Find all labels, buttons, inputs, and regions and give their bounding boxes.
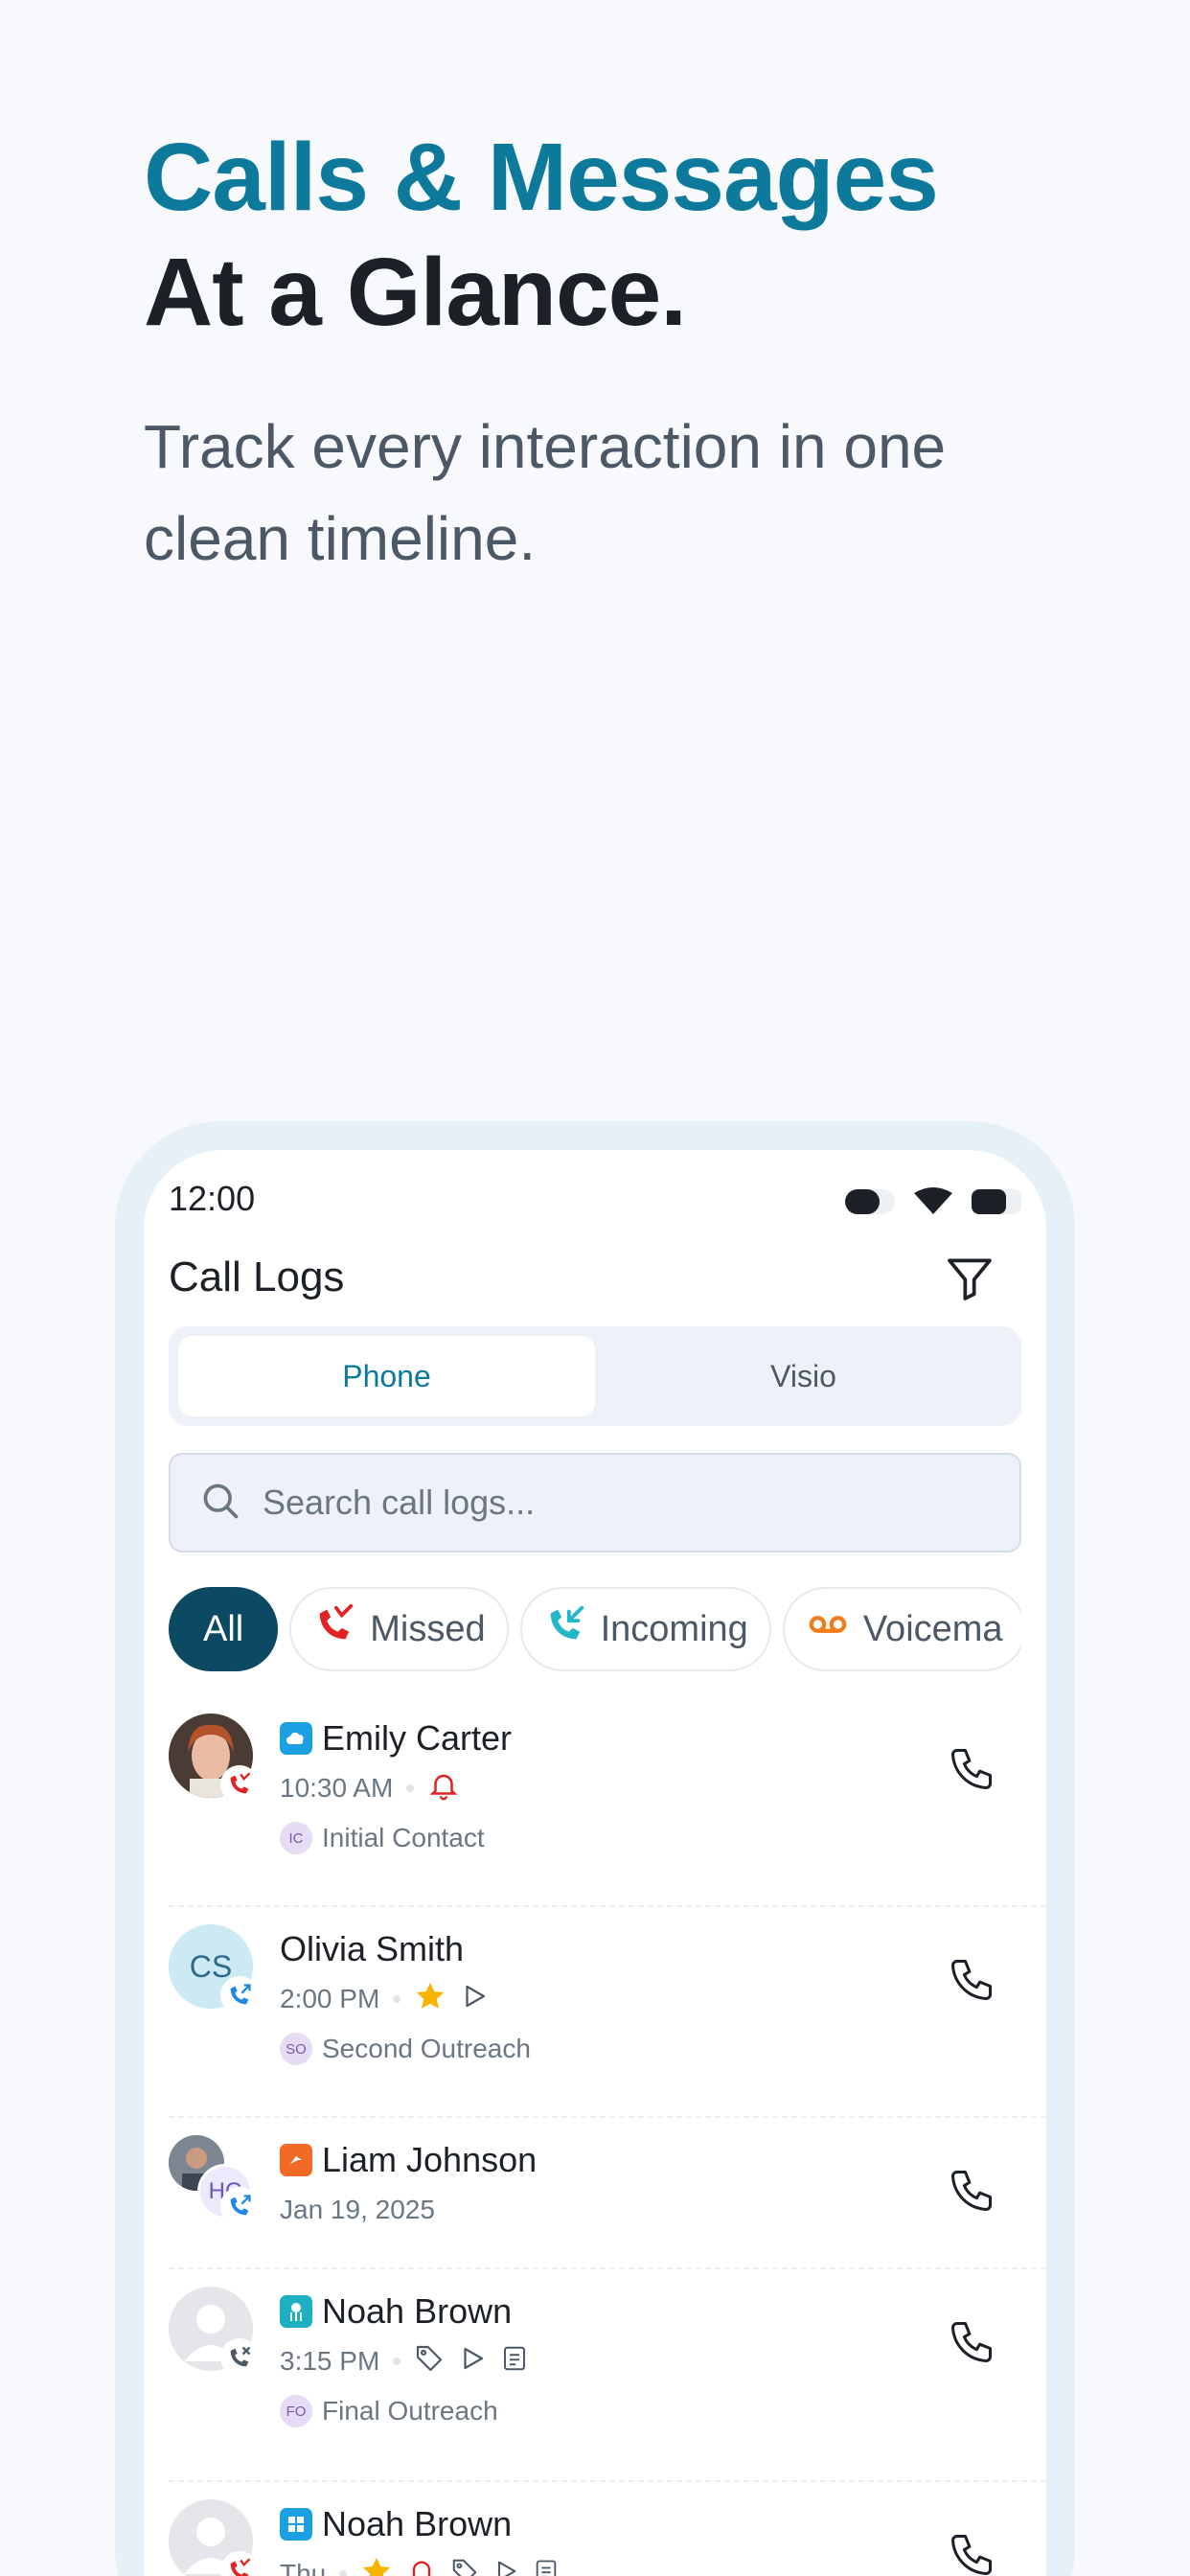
wifi-icon (914, 1187, 952, 1216)
search-input[interactable]: Search call logs... (169, 1453, 1021, 1552)
status-bar: 12:00 (169, 1179, 1021, 1227)
hubspot-icon (280, 2144, 312, 2176)
search-placeholder: Search call logs... (263, 1483, 536, 1522)
chip-all[interactable]: All (169, 1587, 279, 1671)
tab-phone[interactable]: Phone (178, 1336, 595, 1416)
signal-icon (845, 1189, 895, 1214)
tab-visio[interactable]: Visio (595, 1336, 1012, 1416)
chip-missed[interactable]: Missed (289, 1587, 509, 1671)
play-icon (492, 2558, 519, 2576)
separator-dot (393, 1995, 401, 2003)
avatar (169, 2499, 259, 2576)
call-time: Thu (280, 2559, 327, 2576)
status-icons (845, 1183, 1021, 1221)
incoming-call-icon (543, 1602, 587, 1656)
tag-label: Second Outreach (322, 2034, 531, 2063)
phone-screen: 12:00 Call Logs Phone Visio Search call … (144, 1150, 1046, 2576)
missed-call-icon (220, 1765, 259, 1804)
hero: Calls & Messages At a Glance. Track ever… (144, 123, 1064, 585)
call-time: Jan 19, 2025 (280, 2195, 435, 2224)
phone-frame: 12:00 Call Logs Phone Visio Search call … (115, 1121, 1075, 2576)
contact-name: Emily Carter (322, 1718, 513, 1758)
chip-label: Missed (370, 1608, 486, 1649)
tag-initials: SO (280, 2033, 312, 2065)
call-time: 3:15 PM (280, 2346, 380, 2376)
avatar (169, 1714, 259, 1804)
zoho-icon (280, 2295, 312, 2328)
tag-icon (414, 2343, 445, 2380)
hero-title: Calls & Messages (144, 124, 939, 231)
call-time: 10:30 AM (280, 1773, 394, 1803)
call-button[interactable] (947, 2530, 996, 2576)
salesforce-icon (280, 1722, 312, 1755)
chip-incoming[interactable]: Incoming (519, 1587, 771, 1671)
call-list: Emily Carter 10:30 AM IC Initial Contact (169, 1696, 1046, 2576)
search-icon (199, 1480, 241, 1527)
star-icon (414, 1980, 446, 2019)
call-button[interactable] (947, 1955, 996, 2005)
hero-title-secondary: At a Glance. (144, 239, 687, 346)
avatar: CS (169, 1924, 259, 2014)
tag-initials: FO (280, 2395, 312, 2427)
contact-name: Olivia Smith (280, 1929, 465, 1968)
chip-voicemail[interactable]: Voicema (782, 1587, 1021, 1671)
call-time: 2:00 PM (280, 1984, 380, 2013)
bell-icon (427, 1769, 460, 1808)
chip-label: Incoming (600, 1608, 748, 1649)
separator-dot (339, 2570, 348, 2576)
app-header: Call Logs (169, 1246, 1021, 1313)
note-icon (500, 2344, 529, 2380)
separator-dot (406, 1784, 415, 1792)
missed-call-icon (220, 2551, 259, 2576)
list-item[interactable]: HC Liam Johnson Jan 19, 2025 (169, 2118, 1046, 2269)
segmented-tabs: Phone Visio (169, 1326, 1021, 1426)
call-button[interactable] (947, 2166, 996, 2216)
hero-subtitle: Track every interaction in one clean tim… (144, 412, 947, 573)
filter-icon[interactable] (943, 1252, 996, 1305)
battery-icon (972, 1189, 1021, 1214)
call-button[interactable] (947, 1744, 996, 1794)
list-item[interactable]: Noah Brown 3:15 PM FO Final Outreach (169, 2269, 1046, 2482)
contact-name: Noah Brown (322, 2291, 513, 2331)
outgoing-call-icon (220, 2187, 259, 2225)
tag-initials: IC (280, 1822, 312, 1854)
voicemail-icon (806, 1602, 850, 1656)
call-button[interactable] (947, 2317, 996, 2367)
contact-name: Liam Johnson (322, 2140, 538, 2179)
avatar (169, 2287, 259, 2377)
bell-icon (406, 2556, 437, 2576)
note-icon (533, 2558, 560, 2576)
separator-dot (393, 2358, 401, 2365)
star-icon (360, 2555, 393, 2576)
declined-call-icon (220, 2338, 259, 2377)
page-title: Call Logs (169, 1254, 345, 1300)
list-item[interactable]: CS Olivia Smith 2:00 PM SO Second Outrea… (169, 1907, 1046, 2118)
avatar: HC (169, 2135, 259, 2225)
missed-call-icon (312, 1602, 356, 1656)
chip-label: Voicema (862, 1608, 1003, 1649)
chip-label: All (203, 1608, 244, 1649)
tag-icon (450, 2557, 479, 2576)
status-time: 12:00 (169, 1179, 256, 1218)
filter-chips: All Missed Incoming Voicema (169, 1587, 1021, 1673)
contact-name: Noah Brown (322, 2504, 513, 2543)
tag-label: Initial Contact (322, 1823, 485, 1852)
outgoing-call-icon (220, 1976, 259, 2014)
play-icon (460, 1982, 489, 2017)
list-item[interactable]: Noah Brown Thu (169, 2482, 1046, 2576)
list-item[interactable]: Emily Carter 10:30 AM IC Initial Contact (169, 1696, 1046, 1907)
tag-label: Final Outreach (322, 2396, 498, 2426)
microsoft-icon (280, 2508, 312, 2541)
play-icon (458, 2344, 487, 2380)
